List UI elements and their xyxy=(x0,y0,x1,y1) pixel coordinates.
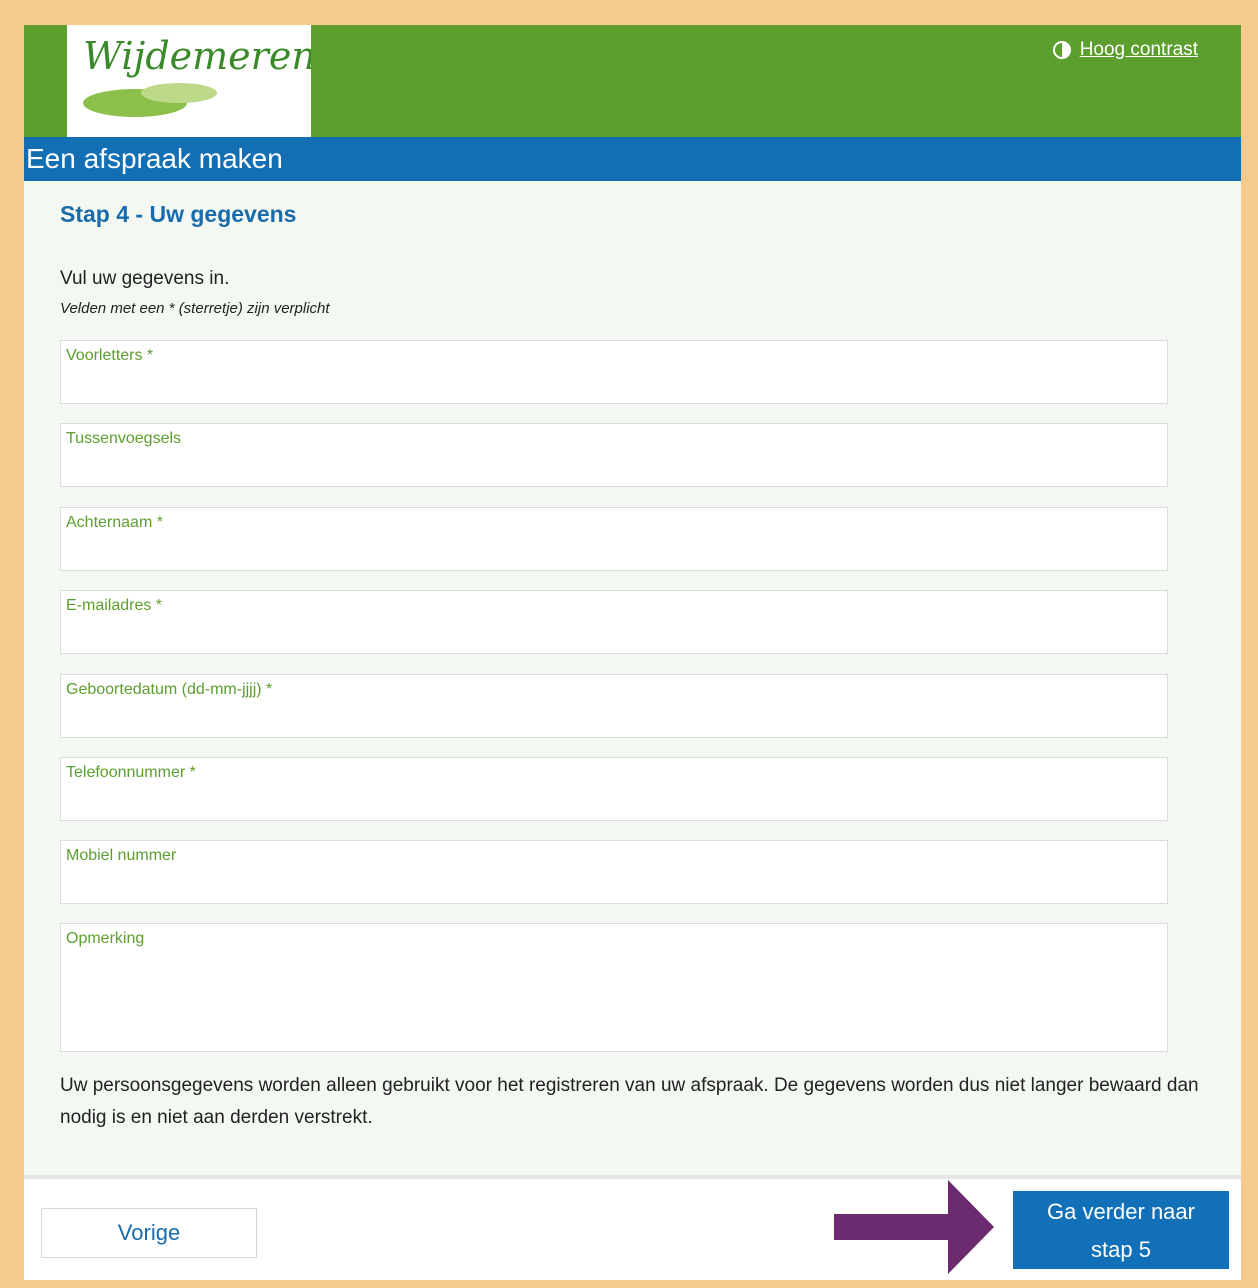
tussenvoegsels-field[interactable]: Tussenvoegsels xyxy=(60,423,1168,487)
wijdemeren-logo[interactable]: Wijdemeren xyxy=(67,25,311,137)
mobiel-field[interactable]: Mobiel nummer xyxy=(60,840,1168,904)
page-frame: Wijdemeren Hoog contrast Een afspraak ma… xyxy=(24,25,1241,1280)
telefoon-field[interactable]: Telefoonnummer * xyxy=(60,757,1168,821)
geboortedatum-field[interactable]: Geboortedatum (dd-mm-jjjj) * xyxy=(60,674,1168,738)
high-contrast-label[interactable]: Hoog contrast xyxy=(1080,39,1198,61)
voorletters-label: Voorletters * xyxy=(66,347,154,364)
arrow-pointer-icon xyxy=(834,1180,994,1274)
achternaam-label: Achternaam * xyxy=(66,514,163,531)
geboortedatum-label: Geboortedatum (dd-mm-jjjj) * xyxy=(66,681,273,698)
required-note: Velden met een * (sterretje) zijn verpli… xyxy=(60,300,330,317)
email-label: E-mailadres * xyxy=(66,597,163,614)
achternaam-field[interactable]: Achternaam * xyxy=(60,507,1168,571)
voorletters-field[interactable]: Voorletters * xyxy=(60,340,1168,404)
high-contrast-link[interactable]: Hoog contrast xyxy=(1052,39,1198,61)
previous-button[interactable]: Vorige xyxy=(41,1208,257,1258)
next-button-line1: Ga verder naar xyxy=(1047,1199,1195,1224)
site-header: Wijdemeren Hoog contrast xyxy=(24,25,1241,137)
tussenvoegsels-label: Tussenvoegsels xyxy=(66,430,182,447)
mobiel-label: Mobiel nummer xyxy=(66,847,177,864)
contrast-icon xyxy=(1052,41,1071,59)
telefoon-label: Telefoonnummer * xyxy=(66,764,196,781)
intro-text: Vul uw gegevens in. xyxy=(60,268,230,289)
opmerking-label: Opmerking xyxy=(66,930,145,947)
step-title: Stap 4 - Uw gegevens xyxy=(60,201,297,227)
email-field[interactable]: E-mailadres * xyxy=(60,590,1168,654)
next-button-line2: stap 5 xyxy=(1091,1237,1151,1262)
privacy-text: Uw persoonsgegevens worden alleen gebrui… xyxy=(60,1075,1199,1128)
next-step-button[interactable]: Ga verder naar stap 5 xyxy=(1013,1191,1229,1269)
logo-text: Wijdemeren xyxy=(83,34,311,78)
form-footer: Vorige Ga verder naar stap 5 xyxy=(24,1175,1241,1280)
page-title: Een afspraak maken xyxy=(24,137,1241,181)
opmerking-textarea[interactable]: Opmerking xyxy=(60,923,1168,1052)
